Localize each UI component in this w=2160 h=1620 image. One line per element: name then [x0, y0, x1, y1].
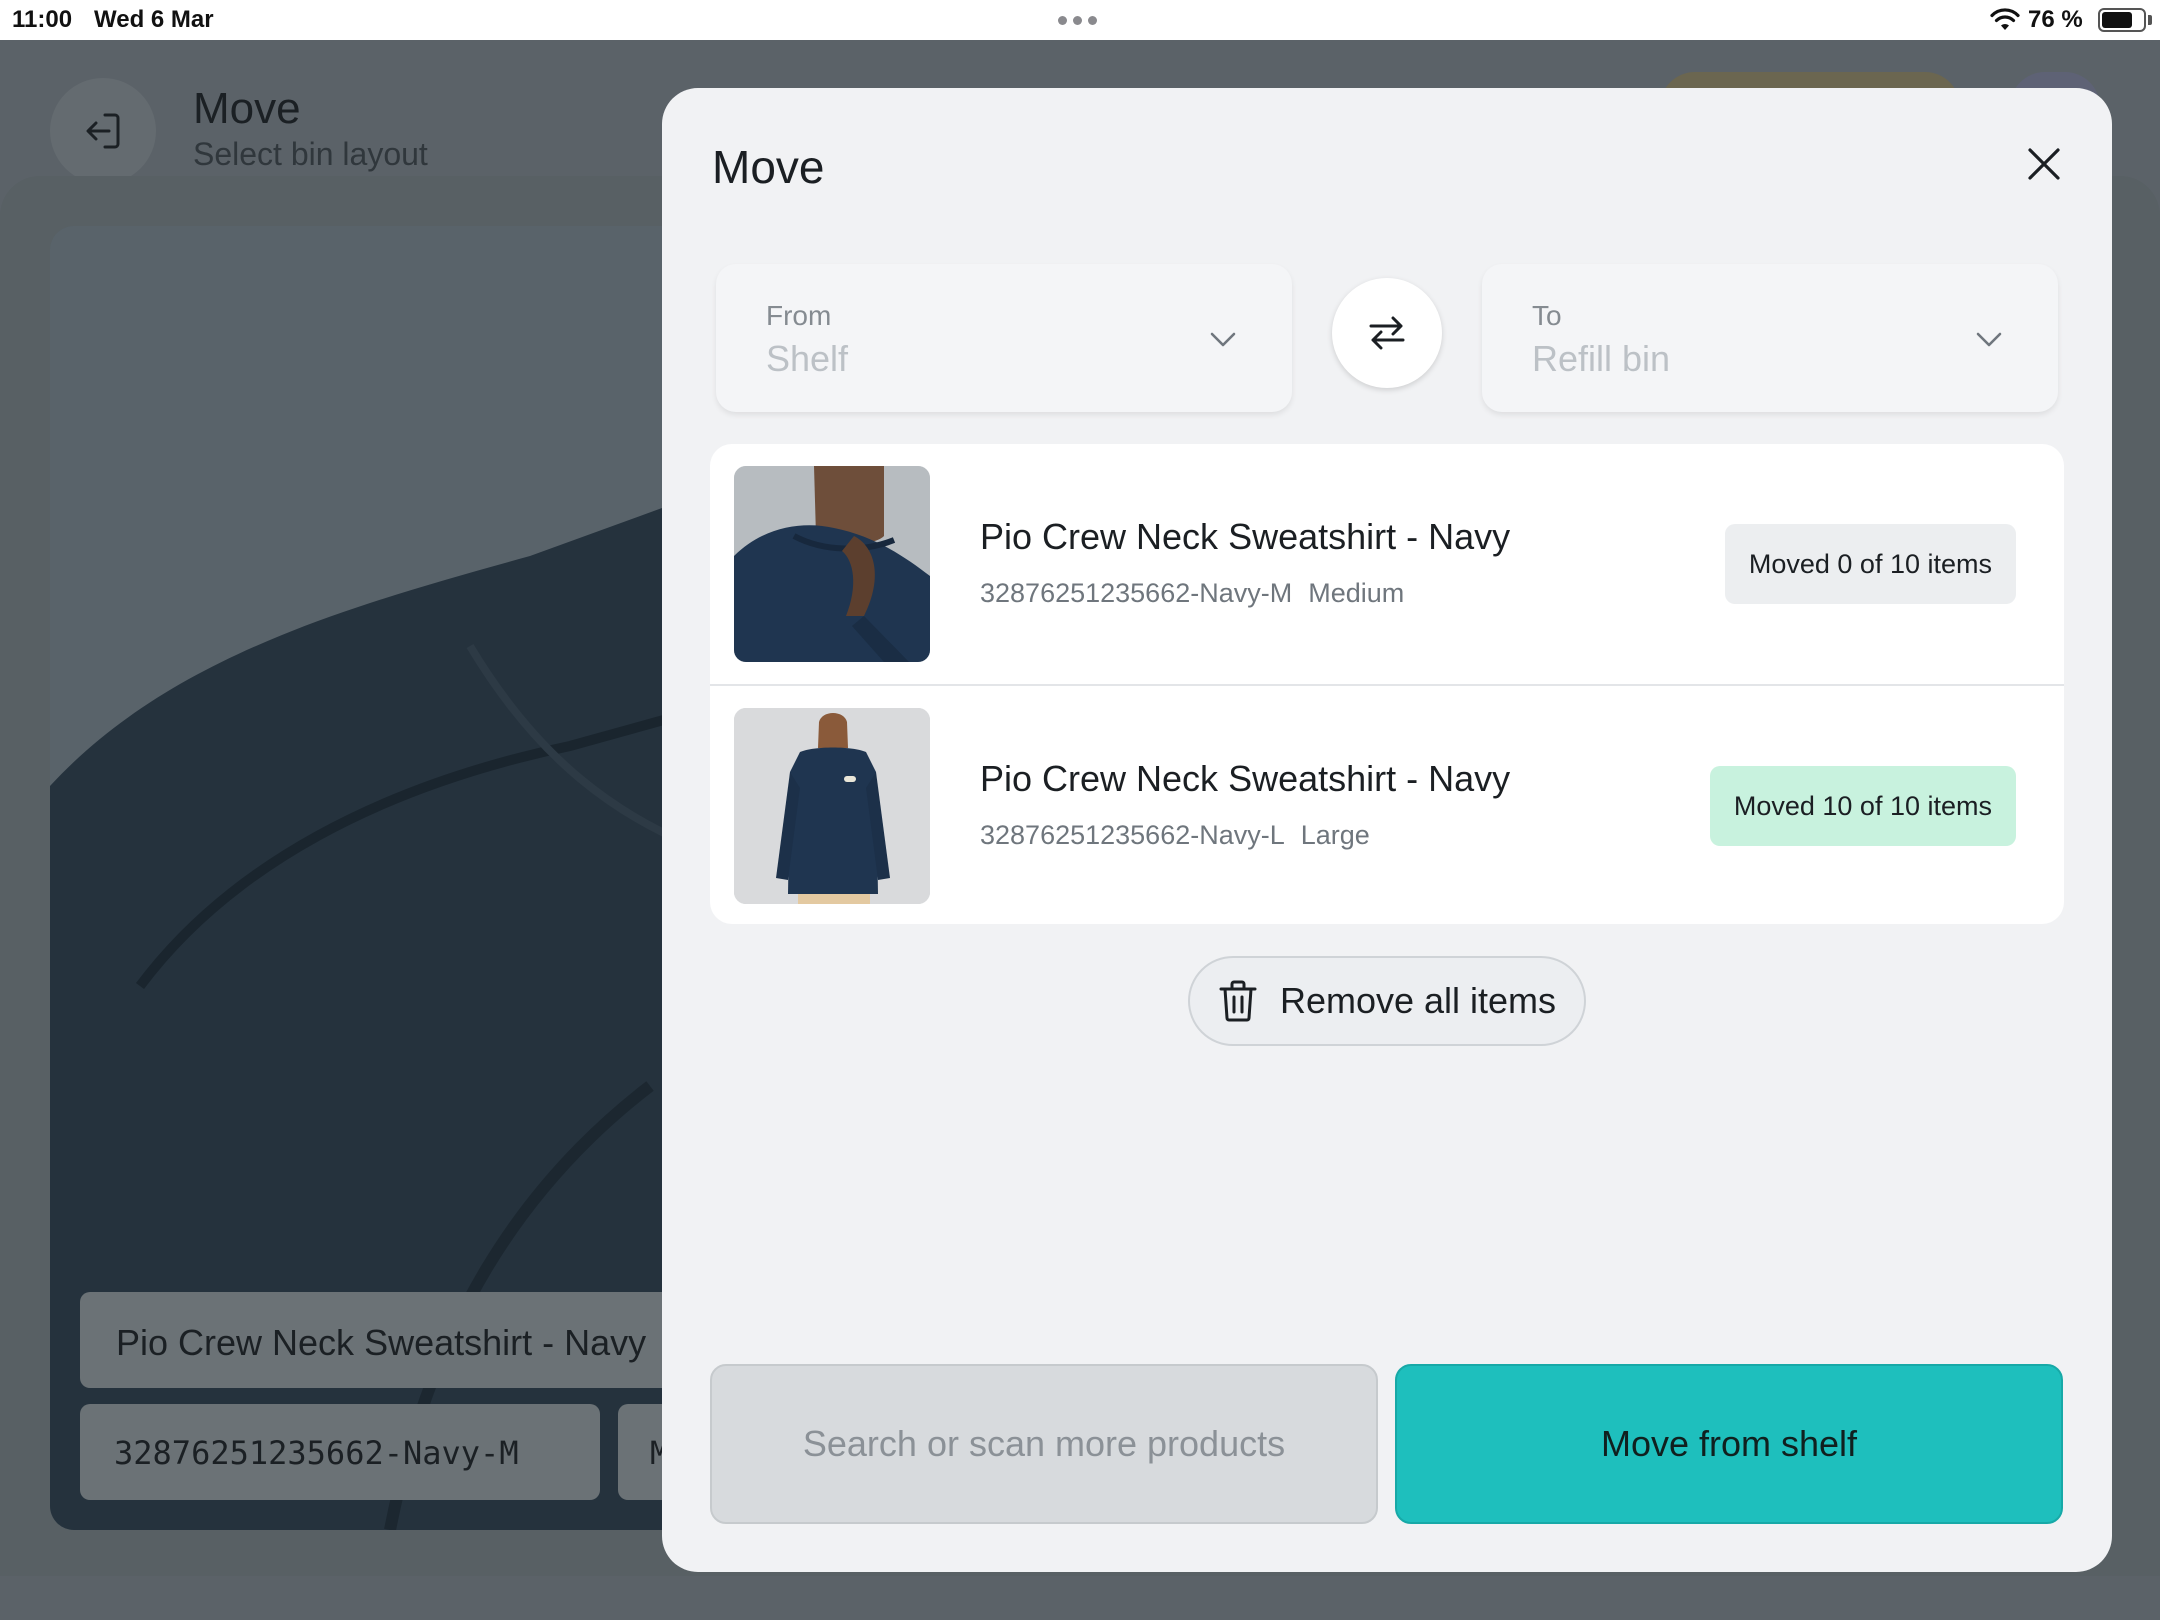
product-meta: 32876251235662-Navy-M Medium — [980, 578, 1404, 609]
swap-locations-button[interactable] — [1332, 278, 1442, 388]
to-label: To — [1532, 300, 1562, 331]
background-product-name: Pio Crew Neck Sweatshirt - Navy — [80, 1292, 680, 1388]
from-location-select[interactable]: From Shelf — [716, 264, 1292, 412]
chevron-down-icon — [1976, 332, 2002, 347]
product-size: Large — [1300, 820, 1370, 850]
wifi-icon — [1990, 8, 2020, 30]
page-subtitle: Select bin layout — [193, 136, 428, 172]
product-thumbnail — [734, 708, 930, 904]
remove-all-label: Remove all items — [1279, 980, 1557, 1021]
product-size: Medium — [1308, 578, 1405, 608]
product-meta: 32876251235662-Navy-L Large — [980, 820, 1370, 851]
product-name: Pio Crew Neck Sweatshirt - Navy — [980, 758, 1511, 799]
to-value: Refill bin — [1532, 338, 1671, 379]
from-value: Shelf — [766, 338, 849, 379]
product-sku: 32876251235662-Navy-L — [980, 820, 1285, 850]
from-label: From — [766, 300, 832, 331]
chevron-down-icon — [1210, 332, 1236, 347]
product-sku: 32876251235662-Navy-M — [980, 578, 1293, 608]
status-badge: Moved 10 of 10 items — [1709, 766, 2016, 846]
modal-title: Move — [712, 141, 825, 193]
product-thumbnail — [734, 466, 930, 662]
status-date: Wed 6 Mar — [94, 6, 214, 33]
page-title: Move — [193, 84, 301, 133]
list-item[interactable]: Pio Crew Neck Sweatshirt - Navy 32876251… — [710, 684, 2064, 924]
search-input[interactable]: Search or scan more products — [710, 1364, 1378, 1524]
move-modal: Move From Shelf To Refill bin Pio Crew N… — [662, 88, 2112, 1572]
product-name: Pio Crew Neck Sweatshirt - Navy — [980, 516, 1511, 557]
close-button[interactable] — [2016, 136, 2072, 192]
to-location-select[interactable]: To Refill bin — [1482, 264, 2058, 412]
item-list: Pio Crew Neck Sweatshirt - Navy 32876251… — [710, 444, 2064, 924]
close-icon — [2028, 148, 2060, 180]
exit-icon — [86, 113, 120, 149]
background-product-sku: 32876251235662-Navy-M — [80, 1404, 600, 1500]
status-badge: Moved 0 of 10 items — [1724, 524, 2016, 604]
battery-percentage: 76 % — [2028, 6, 2083, 33]
back-button[interactable] — [50, 78, 156, 184]
status-time: 11:00 — [12, 6, 73, 33]
battery-cap — [2148, 15, 2152, 25]
swap-arrows-icon — [1369, 316, 1405, 350]
trash-icon — [1219, 980, 1257, 1022]
list-item[interactable]: Pio Crew Neck Sweatshirt - Navy 32876251… — [710, 444, 2064, 684]
status-bar: 11:00 Wed 6 Mar 76 % — [0, 0, 2160, 40]
remove-all-button[interactable]: Remove all items — [1188, 956, 1586, 1046]
battery-icon — [2098, 8, 2146, 32]
move-from-shelf-button[interactable]: Move from shelf — [1395, 1364, 2063, 1524]
multitasking-dots-icon[interactable] — [1058, 16, 1097, 25]
